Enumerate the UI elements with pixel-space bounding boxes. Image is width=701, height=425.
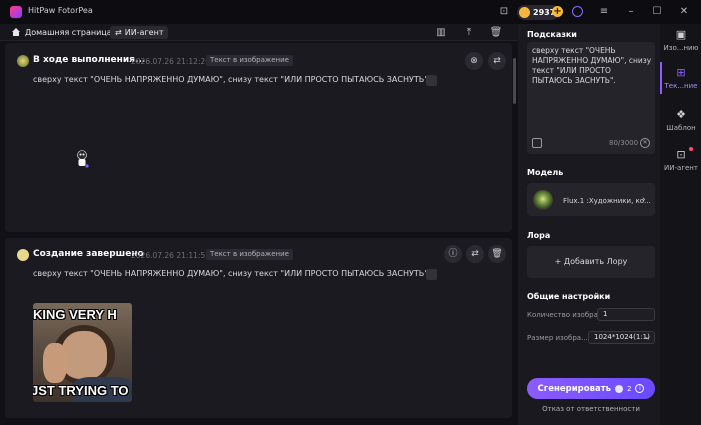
card-prompt: сверху текст "ОЧЕНЬ НАПРЯЖЕННО ДУМАЮ", с… — [33, 269, 431, 278]
image-size-select[interactable]: 1024*1024(1:1) ⌄ — [588, 331, 655, 344]
prompt-heading: Подсказки — [527, 30, 577, 39]
text-to-image-icon: ⊞ — [676, 66, 686, 79]
side-nav-text-to-image[interactable]: ⊞ Тек...ние — [661, 64, 701, 102]
side-nav-label: Шаблон — [666, 124, 696, 132]
random-prompt-icon[interactable] — [532, 138, 542, 148]
menu-icon[interactable]: ≡ — [597, 5, 611, 19]
generate-label: Сгенерировать — [537, 383, 611, 394]
card-tag: Текст в изображение — [206, 249, 293, 260]
card-prompt: сверху текст "ОЧЕНЬ НАПРЯЖЕННО ДУМАЮ", с… — [33, 75, 431, 84]
image-size-value: 1024*1024(1:1) — [594, 333, 650, 341]
side-nav-template[interactable]: ❖ Шаблон — [661, 106, 701, 144]
regenerate-button[interactable]: ⇄ — [466, 245, 484, 263]
agent-avatar — [17, 55, 29, 67]
agent-avatar — [17, 249, 29, 261]
notification-dot — [689, 147, 693, 151]
add-credits-button[interactable]: + — [552, 6, 563, 17]
profile-icon[interactable] — [572, 6, 583, 17]
swap-icon: ⇄ — [115, 28, 122, 37]
image-bottom-caption: JST TRYING TO S — [33, 383, 132, 398]
settings-heading: Общие настройки — [527, 292, 611, 301]
home-icon[interactable] — [11, 27, 21, 37]
card-title: Создание завершено — [33, 249, 144, 259]
prompt-text[interactable]: сверху текст "ОЧЕНЬ НАПРЯЖЕННО ДУМАЮ", с… — [532, 46, 652, 86]
home-link[interactable]: Домашняя страница — [25, 28, 112, 37]
copy-prompt-button[interactable] — [426, 269, 437, 280]
chevron-down-icon: ⌄ — [644, 333, 650, 341]
coin-icon — [519, 7, 530, 18]
prompt-char-count: 80/3000 — [609, 139, 639, 147]
screenshot-icon[interactable]: ⊡ — [497, 5, 511, 19]
coin-icon — [615, 384, 623, 393]
chevron-right-icon: › — [642, 195, 646, 205]
app-title: HitPaw FotorPea — [28, 6, 93, 15]
tab-ai-agent[interactable]: ⇄ ИИ-агент — [110, 26, 169, 39]
lora-heading: Лора — [527, 231, 551, 240]
image-size-label: Размер изобра... — [527, 334, 588, 342]
copy-prompt-button[interactable] — [426, 75, 437, 86]
card-timestamp: 2026.07.26 21:11:55 — [131, 251, 211, 260]
regenerate-button[interactable]: ⇄ — [488, 52, 506, 70]
cancel-task-button[interactable]: ⊗ — [465, 52, 483, 70]
book-icon[interactable]: ▥ — [434, 26, 448, 39]
info-icon[interactable]: i — [635, 384, 645, 393]
side-nav-image-to-image[interactable]: ▣ Изо...нию — [661, 26, 701, 64]
chat-scrollbar[interactable] — [513, 58, 516, 104]
info-button[interactable]: ⓘ — [444, 245, 462, 263]
image-count-label: Количество изобра... — [527, 311, 605, 319]
side-nav-label: Тек...ние — [664, 82, 698, 90]
image-hand — [43, 343, 67, 383]
title-bar — [0, 0, 701, 24]
image-face — [61, 331, 107, 379]
upload-icon[interactable]: ⤒ — [462, 26, 476, 39]
tab-ai-agent-label: ИИ-агент — [124, 28, 164, 37]
generated-image[interactable]: KING VERY H JST TRYING TO S — [33, 303, 132, 402]
clear-prompt-icon[interactable]: ✕ — [640, 138, 650, 148]
minimize-icon[interactable]: – — [624, 5, 638, 19]
generate-button[interactable]: Сгенерировать 2 i — [527, 378, 655, 399]
delete-button[interactable]: 🗑 — [488, 245, 506, 263]
loading-mascot-icon — [77, 150, 89, 168]
image-count-input[interactable]: 1 — [597, 308, 655, 321]
image-icon: ▣ — [675, 28, 687, 41]
image-top-caption: KING VERY H — [33, 307, 117, 322]
generate-cost: 2 — [627, 384, 632, 393]
card-title: В ходе выполнения... — [33, 55, 146, 65]
task-card-running — [5, 43, 512, 232]
card-timestamp: 2026.07.26 21:12:26 — [131, 57, 211, 66]
side-nav-ai-agent[interactable]: ⊡ ИИ-агент — [661, 146, 701, 184]
maximize-icon[interactable]: ☐ — [650, 5, 664, 19]
add-lora-label: + Добавить Лору — [554, 257, 628, 266]
model-heading: Модель — [527, 168, 564, 177]
card-tag: Текст в изображение — [206, 55, 293, 66]
close-icon[interactable]: ✕ — [677, 5, 691, 19]
ai-agent-icon: ⊡ — [676, 148, 686, 161]
side-nav-label: ИИ-агент — [664, 164, 698, 172]
disclaimer-link[interactable]: Отказ от ответственности — [527, 405, 655, 413]
model-thumbnail — [533, 190, 553, 210]
app-logo-icon — [10, 6, 22, 18]
trash-icon[interactable]: 🗑 — [489, 26, 503, 39]
template-icon: ❖ — [676, 108, 686, 121]
side-nav-label: Изо...нию — [663, 44, 699, 52]
model-name: Flux.1 :Художники, ко... — [563, 197, 651, 205]
